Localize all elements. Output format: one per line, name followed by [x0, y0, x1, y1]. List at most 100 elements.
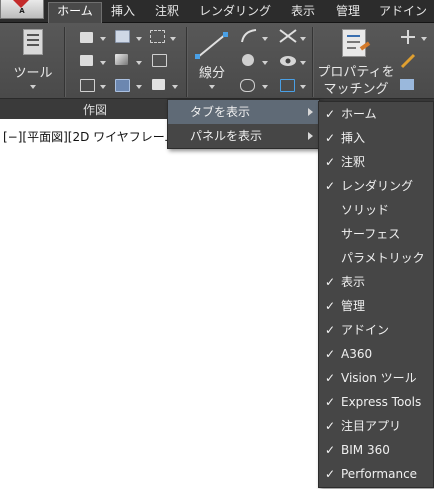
checkmark-icon: ✓	[325, 275, 336, 289]
tab-render[interactable]: レンダリング	[190, 3, 280, 22]
submenu-item[interactable]: ✓ 挿入	[319, 126, 433, 150]
group-icon[interactable]	[400, 79, 414, 90]
tab-addins[interactable]: アドイン	[372, 3, 434, 22]
ellipse-icon[interactable]	[240, 79, 255, 92]
tab-home[interactable]: ホーム	[48, 2, 102, 23]
array-icon[interactable]	[150, 30, 165, 43]
dropdown-caret	[170, 37, 176, 41]
menu-item-label: タブを表示	[190, 105, 251, 119]
region-icon[interactable]	[152, 54, 167, 67]
boundary-icon[interactable]	[115, 79, 130, 92]
submenu-item[interactable]: ソリッド	[319, 198, 433, 222]
submenu-item[interactable]: ✓ BIM 360	[319, 438, 433, 462]
match-properties-button[interactable]: プロパティを マッチング	[316, 27, 396, 97]
submenu-item[interactable]: サーフェス	[319, 222, 433, 246]
match-properties-icon	[342, 29, 371, 57]
dropdown-caret	[136, 85, 142, 89]
rectangle-icon[interactable]	[80, 32, 93, 43]
block-icon[interactable]	[280, 79, 295, 92]
checkmark-icon: ✓	[325, 323, 336, 337]
checkmark-icon: ✓	[325, 419, 336, 433]
draw-panel-title[interactable]: 作図	[60, 101, 130, 118]
hatch-icon[interactable]	[115, 30, 130, 43]
submenu-item-label: Vision ツール	[341, 371, 417, 385]
dropdown-caret	[300, 37, 306, 41]
checkmark-icon: ✓	[325, 443, 336, 457]
menu-item-show-tabs[interactable]: タブを表示	[168, 100, 319, 124]
submenu-item[interactable]: ✓ A360	[319, 342, 433, 366]
submenu-item-label: 管理	[341, 299, 366, 313]
line-dropdown-caret	[209, 85, 215, 89]
ribbon-separator	[186, 27, 188, 97]
submenu-item[interactable]: ✓ Express Tools	[319, 390, 433, 414]
viewport-controls-label[interactable]: [−][平面図][2D ワイヤフレーム	[3, 128, 176, 145]
dropdown-caret	[262, 61, 268, 65]
submenu-item-label: レンダリング	[341, 179, 414, 193]
submenu-arrow-icon	[308, 132, 313, 140]
pencil-icon[interactable]	[400, 53, 416, 69]
show-tabs-submenu: ✓ ホーム ✓ 挿入 ✓ 注釈 ✓ レンダリング ソリッド サーフェス パラメトリック ✓ 表示 ✓ 管理 ✓…	[318, 101, 434, 488]
tool-palette-button[interactable]: ツール	[8, 27, 58, 95]
dropdown-caret	[136, 61, 142, 65]
submenu-item-label: Performance	[341, 467, 418, 481]
tab-insert[interactable]: 挿入	[104, 3, 142, 22]
tool-button-label: ツール	[13, 66, 53, 81]
checkmark-icon: ✓	[325, 371, 336, 385]
dropdown-caret	[172, 85, 178, 89]
checkmark-icon: ✓	[325, 179, 336, 193]
dropdown-caret	[421, 37, 427, 41]
submenu-item[interactable]: ✓ 注釈	[319, 150, 433, 174]
tool-dropdown-caret	[30, 85, 36, 89]
menu-item-label: パネルを表示	[190, 129, 263, 143]
submenu-item[interactable]: ✓ Performance	[319, 462, 433, 486]
tab-annotate[interactable]: 注釈	[145, 3, 189, 22]
submenu-item-label: 挿入	[341, 131, 366, 145]
menu-item-show-panels[interactable]: パネルを表示	[168, 124, 319, 148]
submenu-item[interactable]: ✓ アドイン	[319, 318, 433, 342]
submenu-item[interactable]: ✓ レンダリング	[319, 174, 433, 198]
table-icon[interactable]	[80, 79, 95, 92]
polygon-icon[interactable]	[80, 55, 93, 66]
submenu-item[interactable]: ✓ 管理	[319, 294, 433, 318]
tool-palette-icon	[23, 29, 43, 55]
checkmark-icon: ✓	[325, 299, 336, 313]
tab-manage[interactable]: 管理	[326, 3, 370, 22]
submenu-item-label: サーフェス	[341, 227, 401, 241]
match-properties-label-2: マッチング	[323, 82, 389, 97]
submenu-item[interactable]: パラメトリック	[319, 246, 433, 270]
application-menu-button[interactable]: A	[0, 0, 44, 19]
checkmark-icon: ✓	[325, 395, 336, 409]
dropdown-caret	[100, 37, 106, 41]
ribbon-separator	[64, 27, 66, 97]
submenu-arrow-icon	[308, 108, 313, 116]
arc-icon[interactable]	[240, 28, 258, 44]
submenu-item[interactable]: ✓ Vision ツール	[319, 366, 433, 390]
checkmark-icon: ✓	[325, 347, 336, 361]
dropdown-caret	[262, 85, 268, 89]
ribbon-tab-bar: A ホーム 挿入 注釈 レンダリング 表示 管理 アドイン	[0, 0, 434, 23]
checkmark-icon: ✓	[325, 467, 336, 481]
submenu-item-label: Express Tools	[341, 395, 422, 409]
submenu-item[interactable]: ✓ 注目アプリ	[319, 414, 433, 438]
submenu-item-label: 注釈	[341, 155, 366, 169]
submenu-item-label: 表示	[341, 275, 366, 289]
submenu-item-label: アドイン	[341, 323, 390, 337]
3d-box-icon[interactable]	[152, 79, 165, 90]
submenu-item-label: パラメトリック	[341, 251, 425, 265]
submenu-item[interactable]: ✓ 表示	[319, 270, 433, 294]
view-icon[interactable]	[279, 54, 297, 68]
line-segment-button[interactable]: 線分	[192, 27, 232, 95]
dropdown-caret	[300, 61, 306, 65]
dropdown-caret	[300, 85, 306, 89]
move-icon[interactable]	[278, 28, 298, 44]
pan-icon[interactable]	[400, 29, 416, 45]
dropdown-caret	[136, 37, 142, 41]
gradient-icon[interactable]	[115, 54, 128, 65]
submenu-item-label: BIM 360	[341, 443, 390, 457]
tab-view[interactable]: 表示	[282, 3, 324, 22]
dropdown-caret	[100, 61, 106, 65]
submenu-item-label: 注目アプリ	[341, 419, 402, 433]
dropdown-caret	[262, 37, 268, 41]
submenu-item[interactable]: ✓ ホーム	[319, 102, 433, 126]
circle-icon[interactable]	[240, 52, 256, 68]
